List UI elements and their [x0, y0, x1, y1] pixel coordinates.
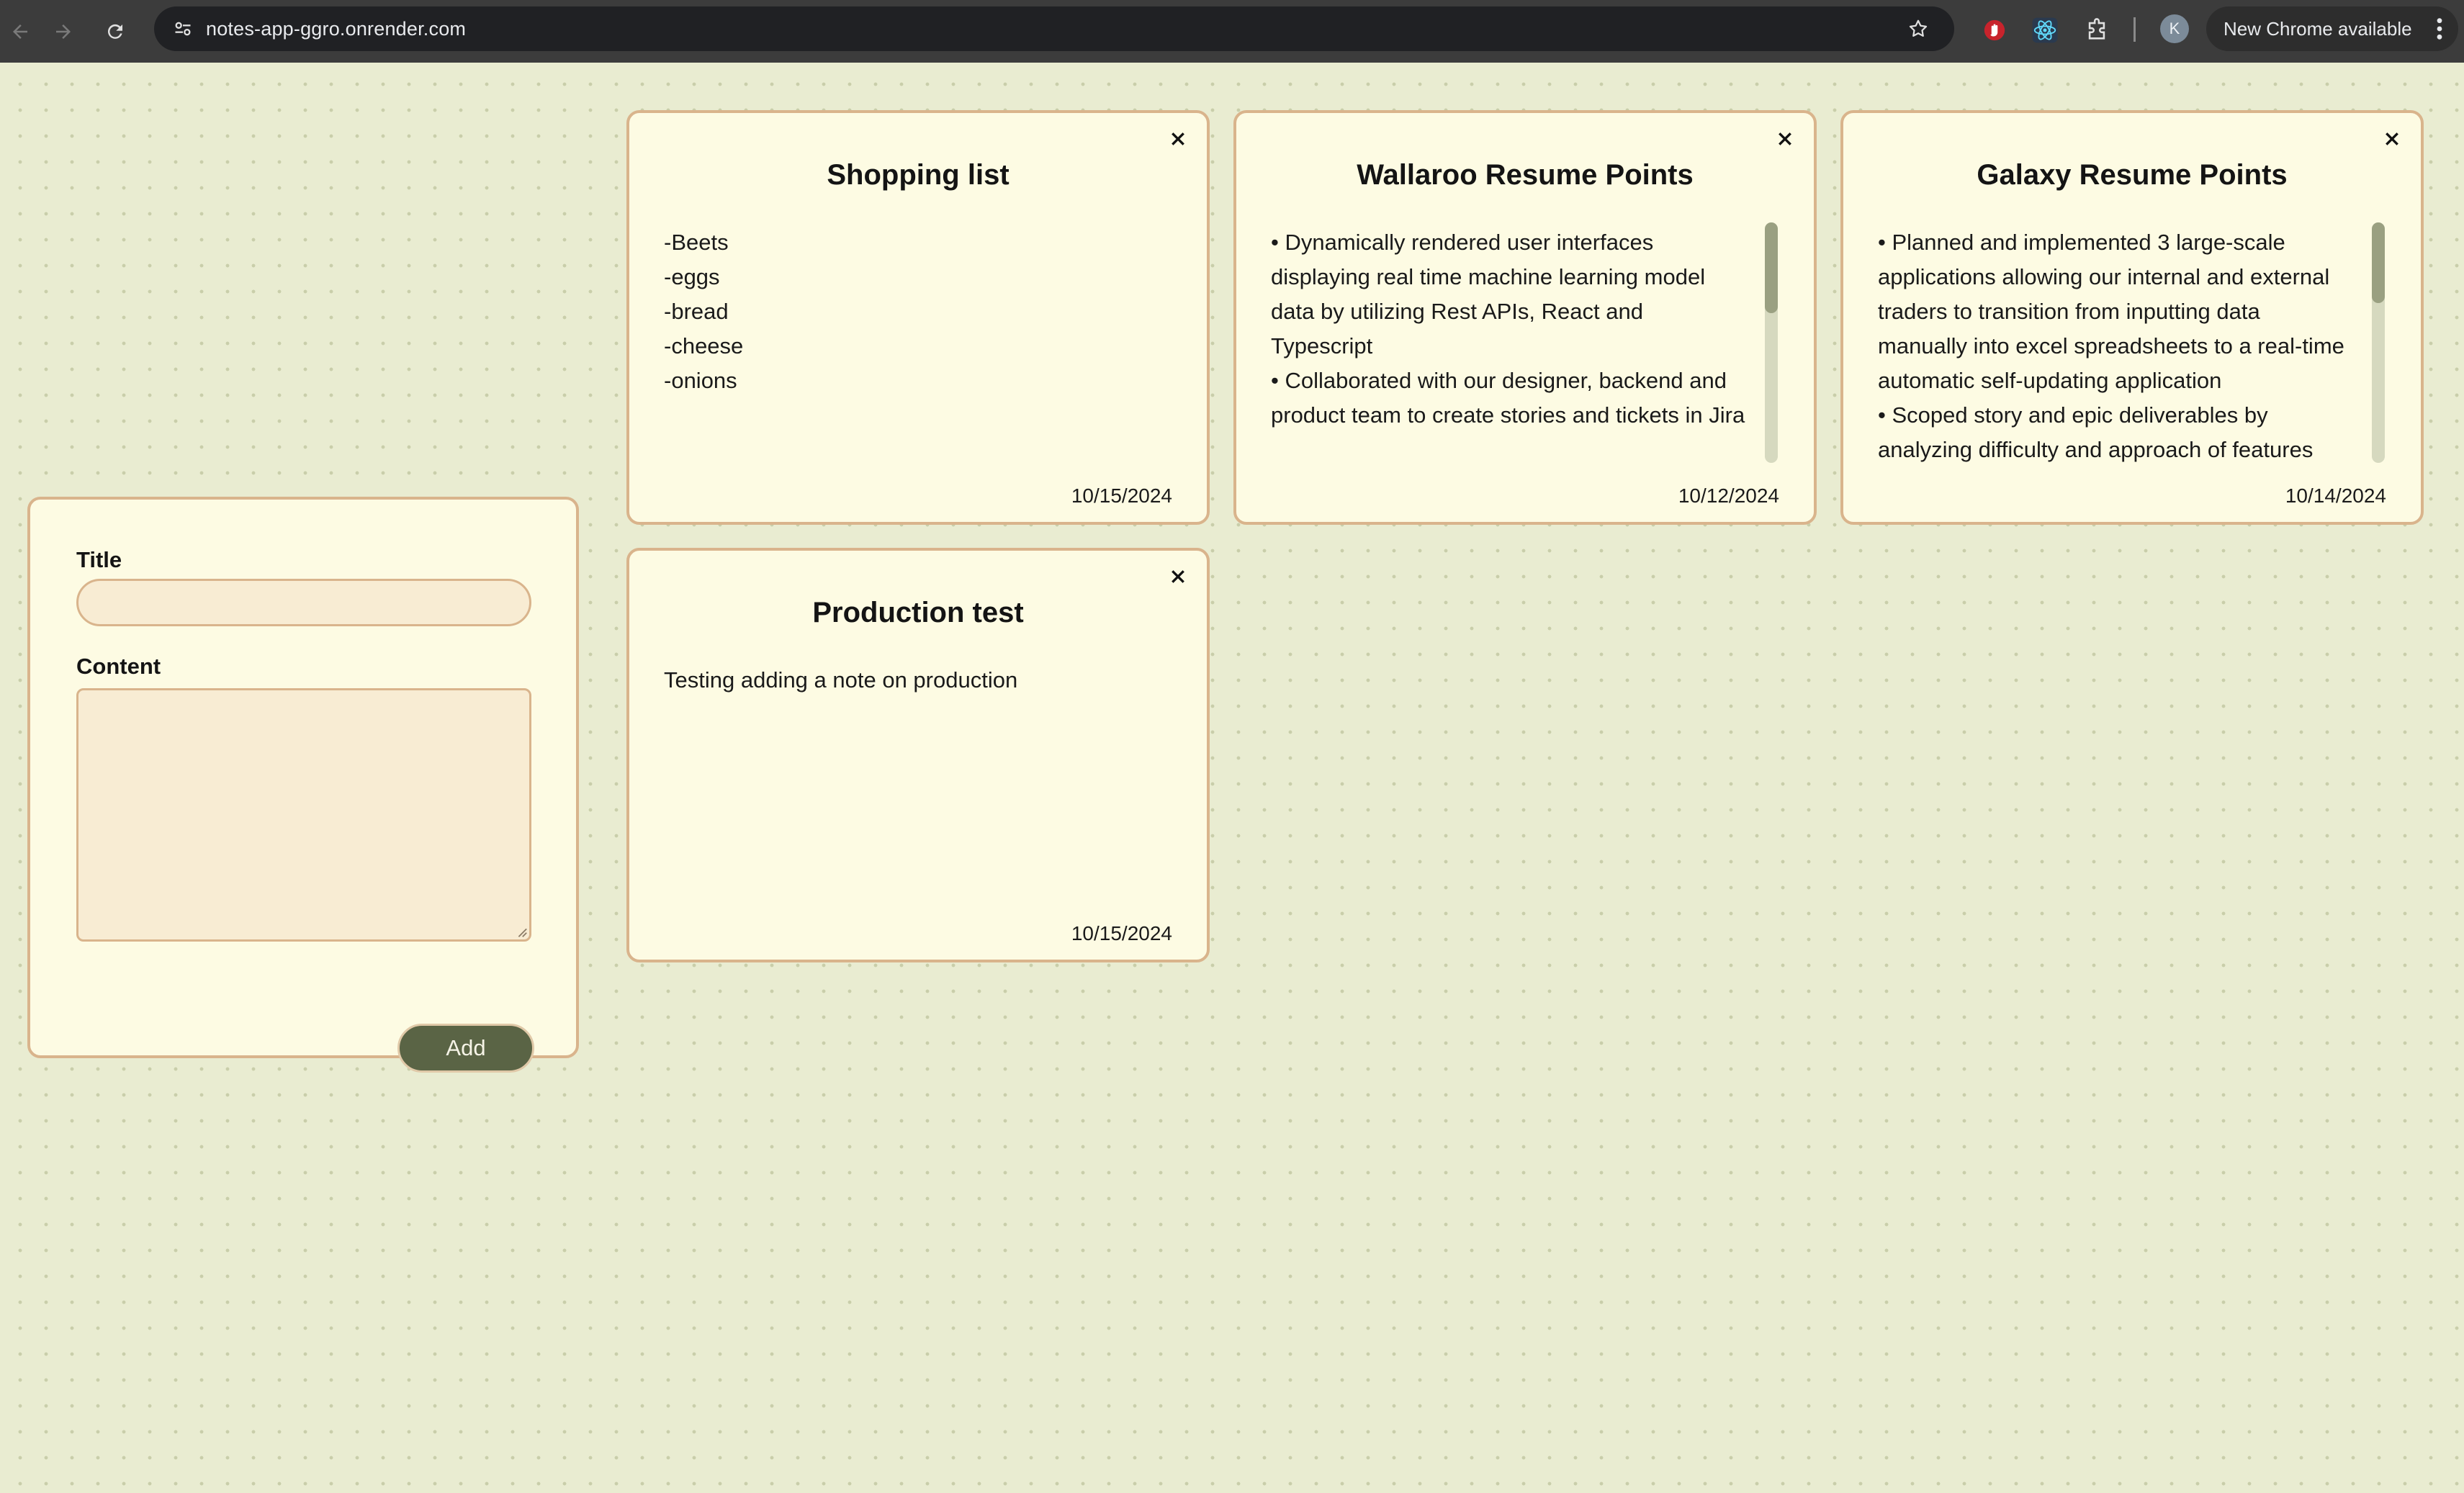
note-title: Shopping list — [827, 159, 1010, 191]
note-title: Galaxy Resume Points — [1977, 159, 2288, 191]
note-scrollbar[interactable] — [1765, 222, 1778, 463]
forward-icon[interactable] — [43, 12, 84, 52]
reload-icon[interactable] — [95, 12, 135, 52]
note-date: 10/12/2024 — [1678, 484, 1779, 507]
title-label: Title — [76, 547, 122, 572]
update-label: New Chrome available — [2224, 17, 2412, 40]
title-input[interactable] — [76, 579, 531, 626]
note-title: Wallaroo Resume Points — [1357, 159, 1694, 191]
scrollbar-thumb[interactable] — [2372, 222, 2385, 303]
react-devtools-icon[interactable] — [2025, 10, 2065, 50]
extension-red-icon[interactable] — [1974, 10, 2015, 50]
note-date: 10/15/2024 — [1071, 484, 1172, 507]
note-content: -Beets -eggs -bread -cheese -onions — [664, 230, 744, 393]
resize-grip-icon[interactable] — [515, 925, 528, 938]
scrollbar-thumb[interactable] — [1765, 222, 1778, 313]
note-date: 10/15/2024 — [1071, 922, 1172, 944]
url-text[interactable]: notes-app-ggro.onrender.com — [206, 6, 466, 51]
note-content[interactable]: • Planned and implemented 3 large-scale … — [1878, 225, 2353, 463]
menu-dots-icon[interactable] — [2434, 17, 2445, 41]
note-content[interactable]: • Dynamically rendered user interfaces d… — [1271, 225, 1746, 463]
close-icon[interactable] — [2378, 125, 2406, 153]
content-label: Content — [76, 654, 161, 679]
content-textarea[interactable] — [76, 688, 531, 942]
close-icon[interactable] — [1164, 562, 1192, 591]
toolbar-separator — [2133, 17, 2136, 42]
address-bar[interactable]: notes-app-ggro.onrender.com — [154, 6, 1954, 51]
note-card: Production test Testing adding a note on… — [626, 548, 1210, 962]
site-settings-icon[interactable] — [167, 13, 199, 45]
note-date: 10/14/2024 — [2285, 484, 2386, 507]
browser-toolbar: notes-app-ggro.onrender.com K New Chrome… — [0, 0, 2464, 63]
bookmark-star-icon[interactable] — [1902, 13, 1934, 45]
notes-board: Title Content Add Shopping list -Beets -… — [0, 63, 2464, 1493]
chrome-update-button[interactable]: New Chrome available — [2206, 6, 2458, 51]
profile-avatar[interactable]: K — [2160, 14, 2189, 43]
extensions-puzzle-icon[interactable] — [2077, 10, 2117, 50]
note-card: Galaxy Resume Points • Planned and imple… — [1840, 110, 2424, 525]
add-note-form: Title Content Add — [27, 497, 579, 1073]
note-card: Wallaroo Resume Points • Dynamically ren… — [1233, 110, 1817, 525]
note-title: Production test — [812, 597, 1024, 628]
note-scrollbar[interactable] — [2372, 222, 2385, 463]
back-icon[interactable] — [0, 12, 40, 52]
note-content: Testing adding a note on production — [664, 667, 1018, 693]
add-note-button[interactable]: Add — [397, 1024, 534, 1073]
close-icon[interactable] — [1164, 125, 1192, 153]
close-icon[interactable] — [1771, 125, 1799, 153]
note-card: Shopping list -Beets -eggs -bread -chees… — [626, 110, 1210, 525]
